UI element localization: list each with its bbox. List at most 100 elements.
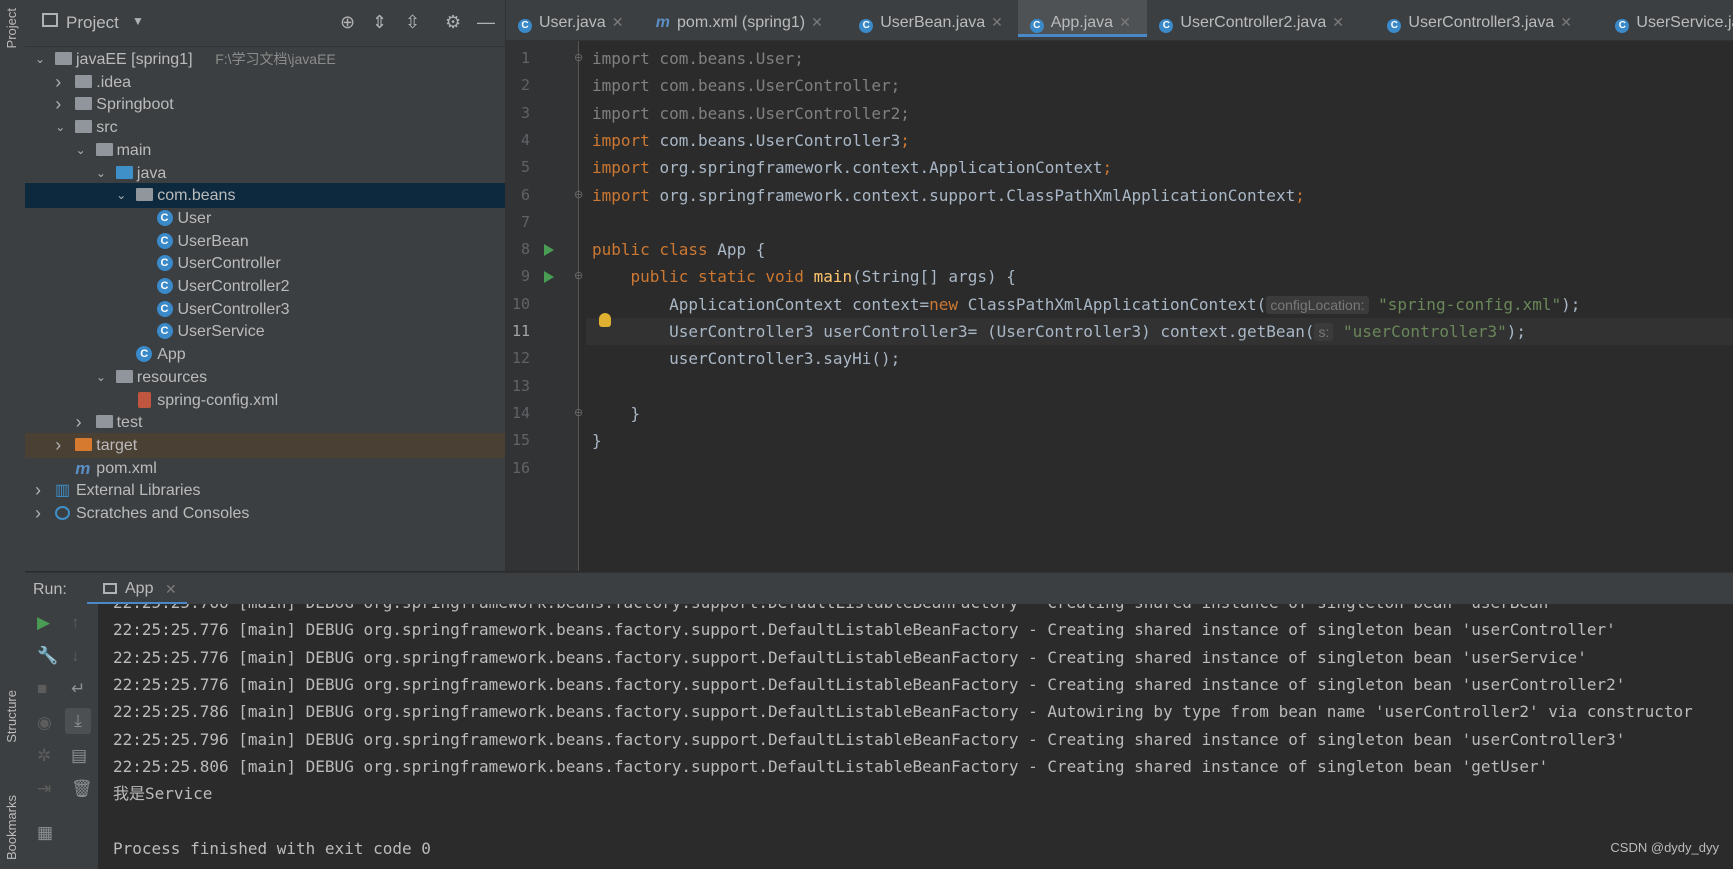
left-tool-strip: Project Structure Bookmarks (0, 0, 26, 869)
run-tab-app[interactable]: App ✕ (87, 573, 187, 605)
tree-item[interactable]: C App (25, 342, 505, 367)
chevron-right-icon[interactable]: › (76, 410, 90, 435)
class-icon: C (1615, 19, 1630, 33)
tree-item[interactable]: ⌄ com.beans (25, 183, 505, 209)
stop-icon[interactable]: ■ (37, 680, 47, 698)
run-gutter-icon[interactable] (544, 271, 554, 284)
camera-icon[interactable]: ◉ (37, 714, 52, 732)
tree-item[interactable]: › Springboot (25, 92, 505, 117)
tree-item-label: .idea (96, 73, 131, 91)
soft-wrap-icon[interactable]: ↵ (71, 680, 85, 698)
locate-file-icon[interactable]: ⊕ (340, 12, 355, 32)
project-panel-header: Project ▼ ⊕ ⇕ ⇳ ⚙ — (25, 0, 505, 47)
lightbulb-icon[interactable] (599, 313, 611, 327)
editor-tab-label: pom.xml (spring1) (677, 14, 806, 31)
chevron-right-icon[interactable]: › (55, 92, 69, 117)
collapse-all-icon[interactable]: ⇳ (405, 12, 420, 32)
project-panel-title[interactable]: Project (66, 13, 119, 33)
chevron-down-icon[interactable]: ⌄ (76, 138, 90, 163)
tree-item[interactable]: spring-config.xml (25, 388, 505, 413)
console-line: 22:25:25.776 [main] DEBUG org.springfram… (113, 620, 1616, 640)
console-line: 22:25:25.776 [main] DEBUG org.springfram… (113, 647, 1587, 667)
tree-item-label: com.beans (157, 187, 236, 205)
scroll-up-icon[interactable]: ↑ (71, 614, 80, 632)
editor-tab[interactable]: C User.java ✕ (506, 0, 644, 40)
console-line: 22:25:25.806 [main] DEBUG org.springfram… (113, 756, 1549, 776)
chevron-down-icon[interactable]: ⌄ (96, 161, 110, 186)
bookmarks-tool-tab[interactable]: Bookmarks (4, 795, 19, 860)
tree-item[interactable]: ⌄ main (25, 138, 505, 163)
scroll-to-end-icon[interactable]: ⤓ (65, 708, 91, 734)
tree-item[interactable]: C UserService (25, 319, 505, 344)
editor-tab[interactable]: m pom.xml (spring1) ✕ (644, 0, 847, 40)
project-view-icon (42, 13, 58, 27)
layout-icon[interactable]: ▦ (37, 824, 53, 842)
editor-tab[interactable]: CUserService.java✕ (1603, 0, 1733, 40)
editor-tab[interactable]: C UserBean.java ✕ (847, 0, 1018, 40)
close-icon[interactable]: ✕ (1560, 14, 1572, 30)
tree-item[interactable]: m pom.xml (25, 456, 505, 481)
package-icon (136, 188, 154, 202)
fold-icon[interactable]: ⊖ (574, 269, 583, 282)
minimize-icon[interactable]: — (477, 12, 495, 32)
tree-item[interactable]: › .idea (25, 70, 505, 95)
project-tool-tab[interactable]: Project (4, 8, 19, 48)
class-icon: C (518, 19, 532, 33)
view-dropdown-icon[interactable]: ▼ (132, 14, 144, 28)
tree-item[interactable]: C UserController3 (25, 297, 505, 322)
tree-item[interactable]: › test (25, 410, 505, 435)
close-icon[interactable]: ✕ (811, 14, 823, 30)
tree-item[interactable]: › target (25, 432, 505, 458)
class-icon: C (1387, 19, 1402, 33)
print-icon[interactable]: ▤ (71, 747, 87, 765)
chevron-down-icon[interactable]: ⌄ (96, 365, 110, 390)
close-icon[interactable]: ✕ (1119, 14, 1131, 30)
editor-tab[interactable]: C UserController3.java ✕ (1375, 0, 1603, 40)
console-icon (103, 583, 117, 594)
close-icon[interactable]: ✕ (612, 14, 624, 30)
close-icon[interactable]: ✕ (165, 581, 177, 598)
code-line: import org.springframework.context.Appli… (592, 154, 1112, 181)
editor-tab[interactable]: C UserController2.java ✕ (1147, 0, 1375, 40)
chevron-right-icon[interactable]: › (55, 433, 69, 458)
chevron-down-icon[interactable]: ⌄ (116, 183, 130, 208)
tree-item[interactable]: C User (25, 206, 505, 231)
close-icon[interactable]: ✕ (1332, 14, 1344, 30)
chevron-right-icon[interactable]: › (55, 70, 69, 95)
class-icon: C (156, 323, 173, 340)
tree-item[interactable]: ⌄ resources (25, 365, 505, 390)
chevron-down-icon[interactable]: ⌄ (35, 47, 49, 72)
folder-icon (75, 74, 93, 88)
scroll-down-icon[interactable]: ↓ (71, 647, 80, 665)
trash-icon[interactable]: 🗑 (71, 780, 93, 798)
tree-item[interactable]: C UserController (25, 251, 505, 276)
rerun-icon[interactable]: ▶ (37, 614, 50, 632)
run-gutter-icon[interactable] (544, 244, 554, 257)
tree-item[interactable]: C UserBean (25, 229, 505, 254)
code-token: import com.beans.UserController; (592, 76, 901, 96)
class-icon: C (156, 300, 173, 317)
tree-item[interactable]: ⌄ java (25, 161, 505, 186)
debug-icon[interactable]: ✲ (37, 747, 51, 765)
fold-icon[interactable]: ⊖ (574, 188, 583, 201)
run-console[interactable]: 22:25:25.766 [main] DEBUG org.springfram… (98, 604, 1733, 869)
chevron-right-icon[interactable]: › (35, 478, 49, 503)
fold-icon[interactable]: ⊖ (574, 51, 583, 64)
tree-item[interactable]: ⌄ javaEE [spring1] F:\学习文档\javaEE (25, 47, 505, 72)
chevron-right-icon[interactable]: › (35, 501, 49, 526)
tree-item[interactable]: › Scratches and Consoles (25, 501, 505, 526)
tree-item[interactable]: C UserController2 (25, 274, 505, 299)
close-icon[interactable]: ✕ (991, 14, 1003, 30)
code-area[interactable]: import com.beans.User; import com.beans.U… (586, 41, 1733, 571)
fold-icon[interactable]: ⊖ (574, 406, 583, 419)
login-icon[interactable]: ⇥ (37, 780, 51, 798)
wrench-icon[interactable]: 🔧 (37, 647, 58, 665)
tree-item[interactable]: › ▥ External Libraries (25, 478, 505, 503)
gear-icon[interactable]: ⚙ (445, 12, 461, 32)
expand-all-icon[interactable]: ⇕ (372, 12, 387, 32)
structure-tool-tab[interactable]: Structure (4, 690, 19, 743)
line-number: 9 (520, 267, 530, 286)
tree-item[interactable]: ⌄ src (25, 115, 505, 140)
editor-tab[interactable]: C App.java ✕ (1017, 0, 1148, 37)
chevron-down-icon[interactable]: ⌄ (55, 115, 69, 140)
